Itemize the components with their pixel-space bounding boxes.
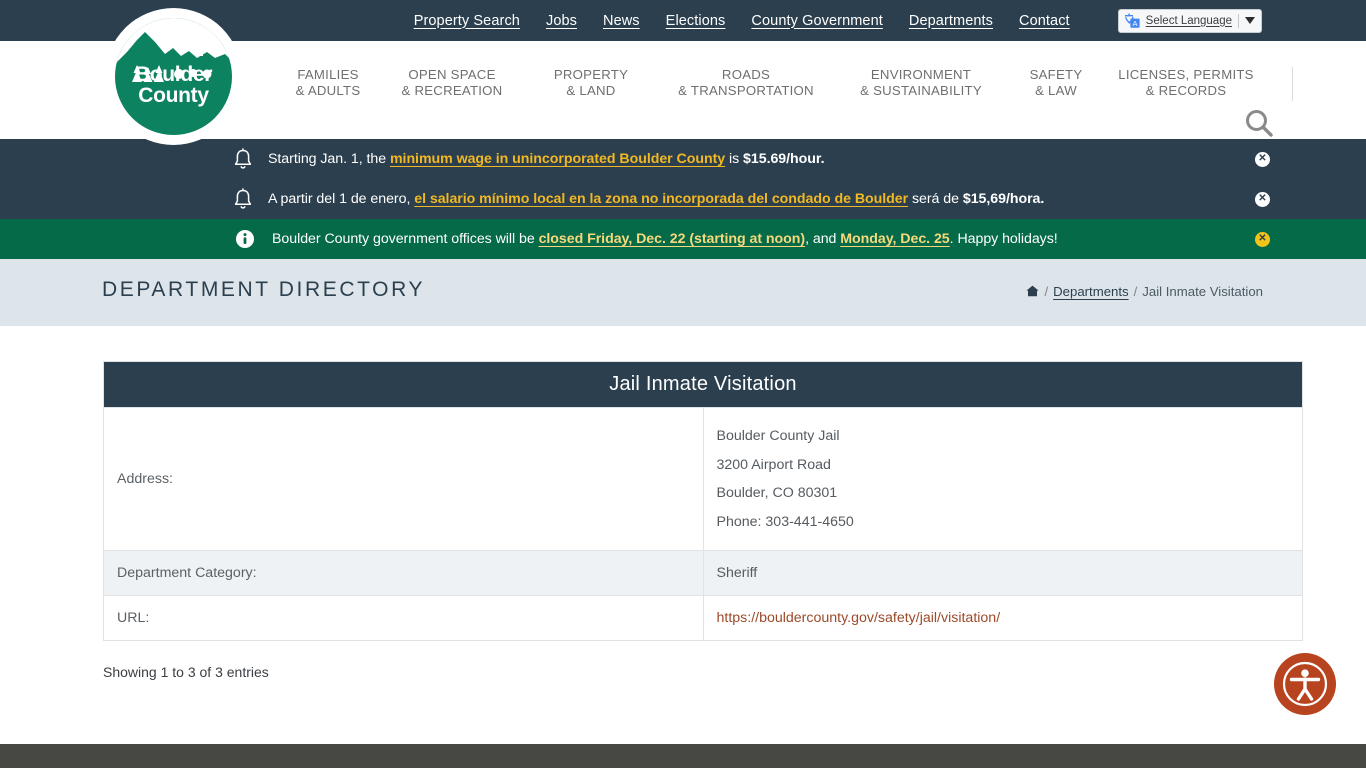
breadcrumb: / Departments / Jail Inmate Visitation bbox=[1026, 284, 1263, 299]
alert-text-bold: $15.69/hour. bbox=[743, 151, 825, 167]
row-value-address: Boulder County Jail 3200 Airport Road Bo… bbox=[702, 407, 1303, 551]
toplink-jobs[interactable]: Jobs bbox=[546, 13, 577, 29]
nav-line1: LICENSES, PERMITS bbox=[1118, 67, 1254, 82]
nav-line1: FAMILIES bbox=[297, 67, 359, 82]
nav-item-environment-sustainability[interactable]: ENVIRONMENT & SUSTAINABILITY bbox=[836, 67, 1006, 99]
site-logo[interactable]: Boulder County bbox=[105, 8, 242, 145]
nav-line1: SAFETY bbox=[1029, 67, 1083, 82]
divider bbox=[1238, 13, 1239, 28]
logo-line1: Boulder bbox=[134, 63, 213, 86]
info-icon bbox=[234, 228, 256, 250]
alert-text-pre: A partir del 1 de enero, bbox=[268, 191, 415, 207]
row-label-address: Address: bbox=[103, 407, 704, 551]
alert-banner-minimum-wage-en: Starting Jan. 1, the minimum wage in uni… bbox=[0, 139, 1366, 179]
row-value-department-category: Sheriff bbox=[702, 550, 1303, 596]
language-selector-label: Select Language bbox=[1145, 14, 1232, 27]
nav-line2: & SUSTAINABILITY bbox=[860, 83, 982, 98]
nav-line1: ROADS bbox=[721, 67, 771, 82]
nav-item-property-land[interactable]: PROPERTY & LAND bbox=[526, 67, 656, 99]
logo-line2: County bbox=[138, 84, 209, 107]
nav-item-families-adults[interactable]: FAMILIES & ADULTS bbox=[278, 67, 378, 99]
alert-link[interactable]: minimum wage in unincorporated Boulder C… bbox=[390, 151, 725, 167]
breadcrumb-departments[interactable]: Departments bbox=[1053, 284, 1129, 299]
row-value-url: https://bouldercounty.gov/safety/jail/vi… bbox=[702, 595, 1303, 641]
address-line: Boulder, CO 80301 bbox=[716, 485, 838, 501]
nav-item-roads-transportation[interactable]: ROADS & TRANSPORTATION bbox=[656, 67, 836, 99]
alert-text-pre: Starting Jan. 1, the bbox=[268, 151, 390, 167]
address-line: Boulder County Jail bbox=[716, 428, 840, 444]
accessibility-button[interactable] bbox=[1274, 653, 1336, 715]
alert-text-mid: , and bbox=[805, 231, 841, 247]
home-icon[interactable] bbox=[1026, 284, 1040, 299]
accessibility-icon bbox=[1282, 661, 1328, 707]
nav-divider bbox=[1292, 67, 1293, 101]
nav-line2: & LAW bbox=[1035, 83, 1077, 98]
nav-line2: & LAND bbox=[566, 83, 616, 98]
department-directory-table: Jail Inmate Visitation Address: Boulder … bbox=[103, 361, 1303, 641]
language-selector[interactable]: A Select Language bbox=[1117, 8, 1262, 33]
toplink-contact[interactable]: Contact bbox=[1019, 13, 1070, 29]
toplink-county-government[interactable]: County Government bbox=[751, 13, 882, 29]
toplink-departments[interactable]: Departments bbox=[909, 13, 993, 29]
alert-text-mid: is bbox=[725, 151, 744, 167]
alert-text-pre: Boulder County government offices will b… bbox=[272, 231, 539, 247]
close-icon[interactable]: ✕ bbox=[1255, 191, 1270, 207]
table-caption-row: Jail Inmate Visitation bbox=[103, 361, 1303, 408]
alert-text: A partir del 1 de enero, el salario míni… bbox=[268, 191, 1044, 207]
alert-text-mid: será de bbox=[908, 191, 963, 207]
nav-line2: & ADULTS bbox=[295, 83, 361, 98]
toplink-elections[interactable]: Elections bbox=[666, 13, 726, 29]
alert-link-secondary[interactable]: Monday, Dec. 25 bbox=[840, 231, 949, 247]
nav-item-open-space-recreation[interactable]: OPEN SPACE & RECREATION bbox=[378, 67, 526, 99]
nav-line2: & RECORDS bbox=[1145, 83, 1227, 98]
row-label-department-category: Department Category: bbox=[103, 550, 704, 596]
nav-item-safety-law[interactable]: SAFETY & LAW bbox=[1006, 67, 1106, 99]
logo-badge: Boulder County bbox=[113, 16, 234, 137]
toplink-news[interactable]: News bbox=[603, 13, 640, 29]
breadcrumb-current: Jail Inmate Visitation bbox=[1142, 284, 1263, 299]
bell-icon bbox=[232, 188, 254, 210]
address-line-phone: Phone: 303-441-4650 bbox=[716, 513, 854, 530]
nav-line2: & TRANSPORTATION bbox=[678, 83, 814, 98]
table-caption: Jail Inmate Visitation bbox=[103, 361, 1303, 408]
nav-line1: ENVIRONMENT bbox=[870, 67, 972, 82]
row-label-url: URL: bbox=[103, 595, 704, 641]
address-line: 3200 Airport Road bbox=[716, 456, 831, 473]
alert-text: Starting Jan. 1, the minimum wage in uni… bbox=[268, 151, 825, 167]
close-icon[interactable]: ✕ bbox=[1255, 151, 1270, 167]
alert-banners: Starting Jan. 1, the minimum wage in uni… bbox=[0, 139, 1366, 259]
toplink-property-search[interactable]: Property Search bbox=[414, 13, 520, 29]
breadcrumb-separator-1: / bbox=[1044, 284, 1049, 299]
top-utility-links: Property Search Jobs News Elections Coun… bbox=[414, 0, 1366, 41]
entries-count: Showing 1 to 3 of 3 entries bbox=[103, 664, 269, 680]
alert-link[interactable]: el salario mínimo local en la zona no in… bbox=[414, 191, 908, 207]
close-icon[interactable]: ✕ bbox=[1255, 231, 1270, 247]
svg-text:A: A bbox=[1132, 19, 1137, 28]
page-title: DEPARTMENT DIRECTORY bbox=[102, 278, 426, 301]
nav-line1: PROPERTY bbox=[553, 67, 629, 82]
nav-item-licenses-permits-records[interactable]: LICENSES, PERMITS & RECORDS bbox=[1106, 67, 1266, 99]
breadcrumb-separator-2: / bbox=[1133, 284, 1138, 299]
nav-line2: & RECREATION bbox=[401, 83, 503, 98]
table-row-department-category: Department Category: Sheriff bbox=[103, 550, 1303, 596]
translate-icon: A bbox=[1124, 13, 1140, 28]
table-row-url: URL: https://bouldercounty.gov/safety/ja… bbox=[103, 595, 1303, 641]
bell-icon bbox=[232, 148, 254, 170]
site-footer bbox=[0, 744, 1366, 768]
alert-banner-holiday-closure: Boulder County government offices will b… bbox=[0, 219, 1366, 259]
alert-banner-minimum-wage-es: A partir del 1 de enero, el salario míni… bbox=[0, 179, 1366, 219]
nav-line1: OPEN SPACE bbox=[408, 67, 496, 82]
table-row-address: Address: Boulder County Jail 3200 Airpor… bbox=[103, 407, 1303, 551]
chevron-down-icon[interactable] bbox=[1245, 17, 1255, 24]
logo-text: Boulder County bbox=[115, 64, 232, 106]
page-title-bar: DEPARTMENT DIRECTORY / Departments / Jai… bbox=[0, 259, 1366, 326]
alert-link[interactable]: closed Friday, Dec. 22 (starting at noon… bbox=[539, 231, 806, 247]
alert-text: Boulder County government offices will b… bbox=[272, 231, 1058, 247]
alert-text-post: . Happy holidays! bbox=[949, 231, 1058, 247]
alert-text-bold: $15,69/hora. bbox=[962, 191, 1045, 207]
visitation-url-link[interactable]: https://bouldercounty.gov/safety/jail/vi… bbox=[717, 610, 1001, 626]
search-icon[interactable] bbox=[1243, 107, 1275, 139]
main-navigation: FAMILIES & ADULTS OPEN SPACE & RECREATIO… bbox=[278, 67, 1293, 101]
